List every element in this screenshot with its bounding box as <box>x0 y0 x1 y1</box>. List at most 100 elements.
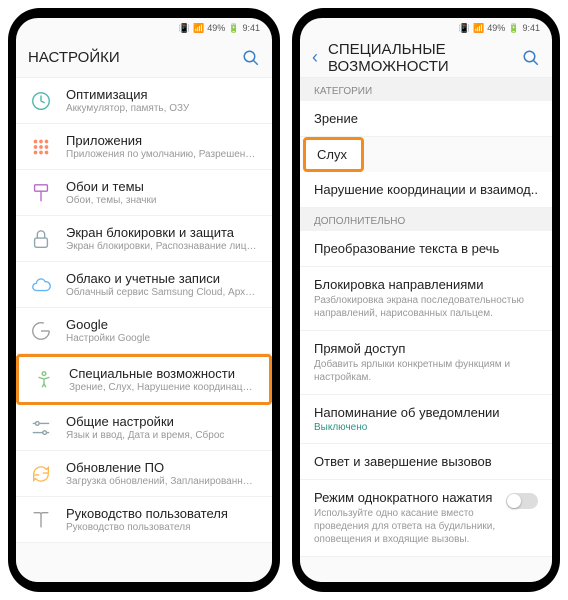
list-item[interactable]: Слух <box>303 137 364 172</box>
item-title: Обои и темы <box>66 179 258 194</box>
search-icon[interactable] <box>522 49 540 67</box>
item-text: Руководство пользователя Руководство пол… <box>66 506 258 533</box>
item-title: Экран блокировки и защита <box>66 225 258 240</box>
item-title: Облако и учетные записи <box>66 271 258 286</box>
page-title: СПЕЦИАЛЬНЫЕ ВОЗМОЖНОСТИ <box>328 41 522 75</box>
item-title: Руководство пользователя <box>66 506 258 521</box>
settings-item-themes[interactable]: Обои и темы Обои, темы, значки <box>16 170 272 216</box>
item-subtitle: Добавить ярлыки конкретным функциям и на… <box>314 358 538 384</box>
apps-icon <box>30 136 52 158</box>
battery-text: 49% <box>207 23 225 33</box>
item-title: Google <box>66 317 258 332</box>
item-title: Зрение <box>314 111 538 126</box>
toggle-switch[interactable] <box>506 493 538 509</box>
item-title: Нарушение координации и взаимод.. <box>314 182 538 197</box>
settings-list: Оптимизация Аккумулятор, память, ОЗУ При… <box>16 78 272 582</box>
list-item[interactable]: Преобразование текста в речь <box>300 231 552 267</box>
list-item[interactable]: Блокировка направлениями Разблокировка эк… <box>300 267 552 331</box>
item-text: Режим однократного нажатия Используйте од… <box>314 490 506 546</box>
time-text: 9:41 <box>522 23 540 33</box>
section-header: КАТЕГОРИИ <box>300 78 552 101</box>
item-title: Прямой доступ <box>314 341 538 356</box>
item-text: Общие настройки Язык и ввод, Дата и врем… <box>66 414 258 441</box>
item-text: Обои и темы Обои, темы, значки <box>66 179 258 206</box>
item-text: Специальные возможности Зрение, Слух, На… <box>69 366 255 393</box>
list-item[interactable]: Ответ и завершение вызовов <box>300 444 552 480</box>
item-subtitle: Зрение, Слух, Нарушение координации и... <box>69 382 255 393</box>
cloud-icon <box>30 274 52 296</box>
phone-left: 📳 📶 49% 🔋 9:41 НАСТРОЙКИ Оптимизация Акк… <box>8 8 280 592</box>
item-status: Выключено <box>314 422 538 433</box>
item-title: Общие настройки <box>66 414 258 429</box>
item-subtitle: Загрузка обновлений, Запланированное... <box>66 476 258 487</box>
item-subtitle: Язык и ввод, Дата и время, Сброс <box>66 430 258 441</box>
screen-right: 📳 📶 49% 🔋 9:41 ‹ СПЕЦИАЛЬНЫЕ ВОЗМОЖНОСТИ… <box>300 18 552 582</box>
item-subtitle: Используйте одно касание вместо проведен… <box>314 507 506 546</box>
list-item[interactable]: Прямой доступ Добавить ярлыки конкретным … <box>300 331 552 395</box>
lock-icon <box>30 228 52 250</box>
accessibility-icon <box>33 369 55 391</box>
optimization-icon <box>30 90 52 112</box>
item-title: Обновление ПО <box>66 460 258 475</box>
settings-item-cloud[interactable]: Облако и учетные записи Облачный сервис … <box>16 262 272 308</box>
item-subtitle: Обои, темы, значки <box>66 195 258 206</box>
time-text: 9:41 <box>242 23 260 33</box>
back-button[interactable]: ‹ <box>312 47 318 68</box>
item-title: Ответ и завершение вызовов <box>314 454 538 469</box>
header: НАСТРОЙКИ <box>16 38 272 78</box>
battery-icon: 🔋 <box>508 23 519 34</box>
item-title: Оптимизация <box>66 87 258 102</box>
item-text: Обновление ПО Загрузка обновлений, Запла… <box>66 460 258 487</box>
item-title: Режим однократного нажатия <box>314 490 506 505</box>
vibrate-icon: 📳 <box>179 23 190 34</box>
signal-icon: 📶 <box>473 23 484 34</box>
settings-item-manual[interactable]: Руководство пользователя Руководство пол… <box>16 497 272 543</box>
signal-icon: 📶 <box>193 23 204 34</box>
battery-text: 49% <box>487 23 505 33</box>
status-bar: 📳 📶 49% 🔋 9:41 <box>300 18 552 38</box>
item-subtitle: Экран блокировки, Распознавание лица... <box>66 241 258 252</box>
item-title: Блокировка направлениями <box>314 277 538 292</box>
item-subtitle: Разблокировка экрана последовательностью… <box>314 294 538 320</box>
item-text: Экран блокировки и защита Экран блокиров… <box>66 225 258 252</box>
item-subtitle: Приложения по умолчанию, Разрешения... <box>66 149 258 160</box>
item-subtitle: Настройки Google <box>66 333 258 344</box>
item-text: Облако и учетные записи Облачный сервис … <box>66 271 258 298</box>
item-subtitle: Аккумулятор, память, ОЗУ <box>66 103 258 114</box>
battery-icon: 🔋 <box>228 23 239 34</box>
page-title: НАСТРОЙКИ <box>28 49 242 66</box>
item-text: Google Настройки Google <box>66 317 258 344</box>
list-item[interactable]: Нарушение координации и взаимод.. <box>300 172 552 208</box>
item-text: Приложения Приложения по умолчанию, Разр… <box>66 133 258 160</box>
list-item[interactable]: Зрение <box>300 101 552 137</box>
settings-item-apps[interactable]: Приложения Приложения по умолчанию, Разр… <box>16 124 272 170</box>
settings-item-general[interactable]: Общие настройки Язык и ввод, Дата и врем… <box>16 405 272 451</box>
settings-item-accessibility[interactable]: Специальные возможности Зрение, Слух, На… <box>16 354 272 405</box>
settings-item-lock[interactable]: Экран блокировки и защита Экран блокиров… <box>16 216 272 262</box>
settings-item-google[interactable]: Google Настройки Google <box>16 308 272 354</box>
item-title: Напоминание об уведомлении <box>314 405 538 420</box>
section-header: ДОПОЛНИТЕЛЬНО <box>300 208 552 231</box>
general-icon <box>30 417 52 439</box>
settings-item-update[interactable]: Обновление ПО Загрузка обновлений, Запла… <box>16 451 272 497</box>
list-item[interactable]: Режим однократного нажатия Используйте од… <box>300 480 552 557</box>
header: ‹ СПЕЦИАЛЬНЫЕ ВОЗМОЖНОСТИ <box>300 38 552 78</box>
screen-left: 📳 📶 49% 🔋 9:41 НАСТРОЙКИ Оптимизация Акк… <box>16 18 272 582</box>
phone-right: 📳 📶 49% 🔋 9:41 ‹ СПЕЦИАЛЬНЫЕ ВОЗМОЖНОСТИ… <box>292 8 560 592</box>
item-title: Специальные возможности <box>69 366 255 381</box>
settings-item-optimization[interactable]: Оптимизация Аккумулятор, память, ОЗУ <box>16 78 272 124</box>
search-icon[interactable] <box>242 49 260 67</box>
item-subtitle: Облачный сервис Samsung Cloud, Архив... <box>66 287 258 298</box>
item-title: Слух <box>317 147 347 162</box>
status-bar: 📳 📶 49% 🔋 9:41 <box>16 18 272 38</box>
item-title: Преобразование текста в речь <box>314 241 538 256</box>
update-icon <box>30 463 52 485</box>
item-title: Приложения <box>66 133 258 148</box>
item-text: Оптимизация Аккумулятор, память, ОЗУ <box>66 87 258 114</box>
themes-icon <box>30 182 52 204</box>
list-item[interactable]: Напоминание об уведомлении Выключено <box>300 395 552 444</box>
item-subtitle: Руководство пользователя <box>66 522 258 533</box>
google-icon <box>30 320 52 342</box>
vibrate-icon: 📳 <box>459 23 470 34</box>
manual-icon <box>30 509 52 531</box>
